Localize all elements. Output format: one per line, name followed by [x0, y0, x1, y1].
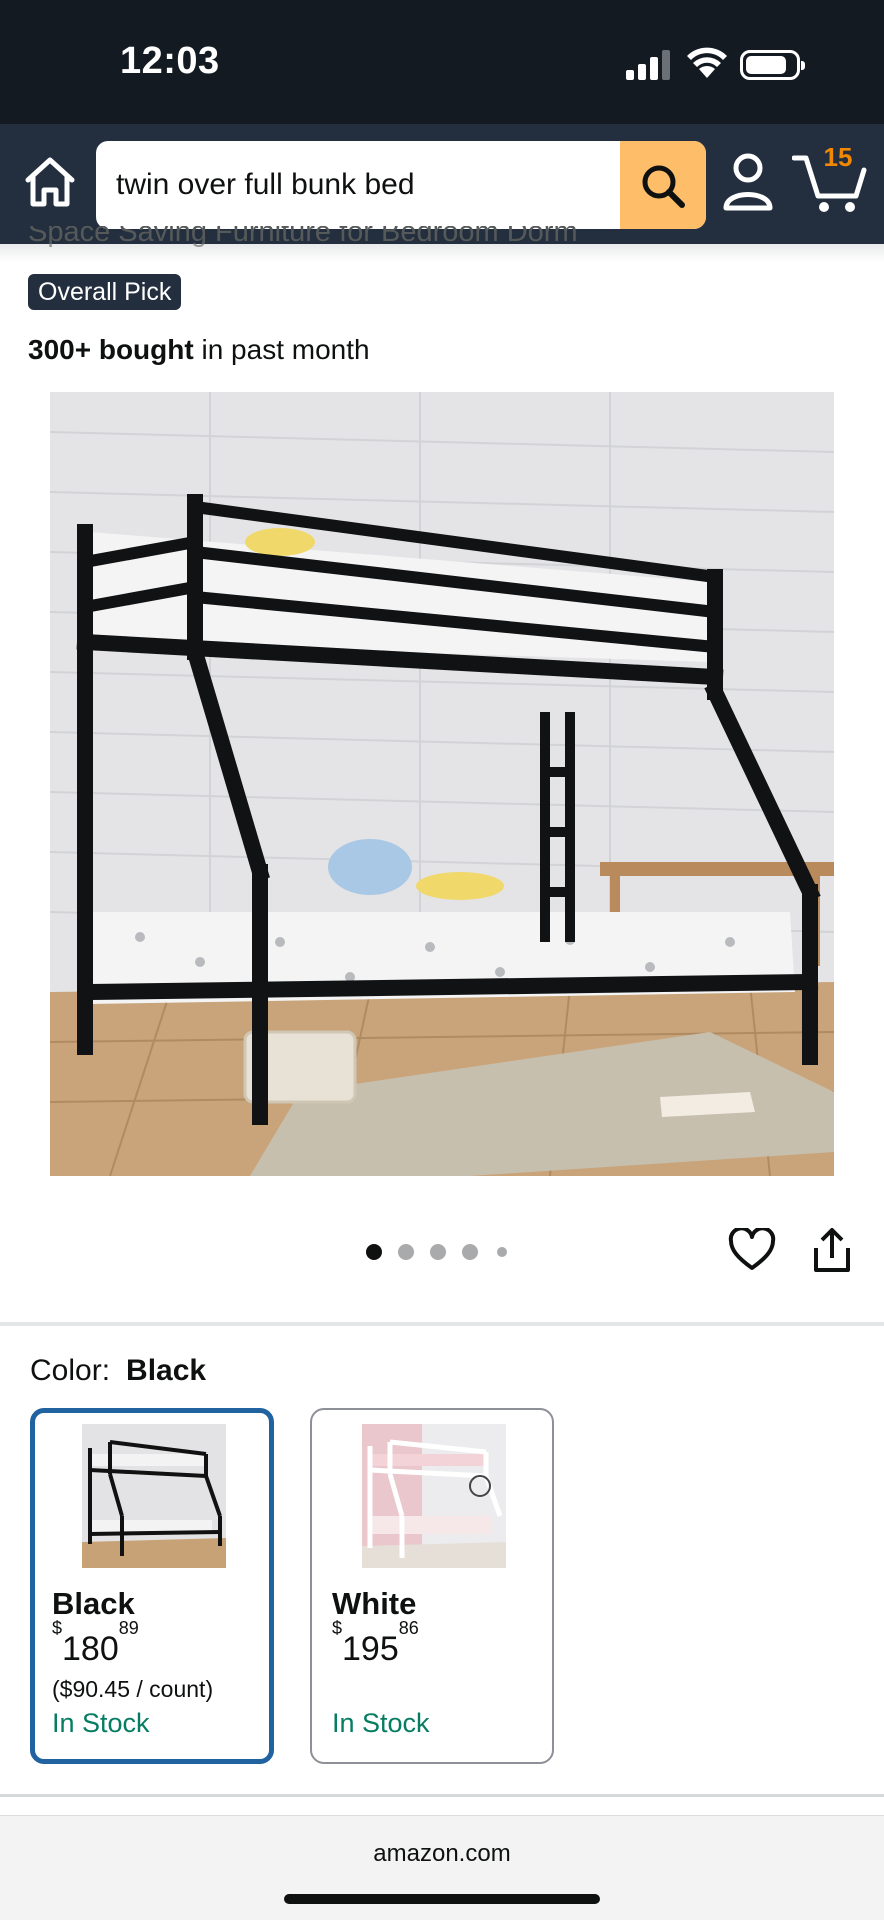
product-image[interactable] [50, 392, 834, 1176]
status-time: 12:03 [120, 40, 220, 82]
overall-pick-badge: Overall Pick [28, 274, 182, 310]
color-option-thumbnail [362, 1424, 506, 1568]
search-button[interactable] [620, 141, 706, 229]
carousel-dot[interactable] [366, 1244, 382, 1260]
color-option-name: White [332, 1586, 417, 1621]
color-option-price: $18089 [52, 1617, 139, 1668]
home-icon[interactable] [22, 154, 78, 210]
carousel-dot[interactable] [398, 1244, 414, 1260]
header-shadow [0, 244, 884, 262]
stock-status: In Stock [332, 1708, 430, 1738]
search-icon [642, 165, 685, 208]
unit-price: ($90.45 / count) [52, 1676, 214, 1702]
account-icon[interactable] [722, 150, 774, 214]
stock-status: In Stock [52, 1708, 150, 1738]
color-option-thumbnail [82, 1424, 226, 1568]
search-input[interactable]: twin over full bunk bed [116, 141, 415, 229]
battery-icon [740, 50, 805, 80]
heart-icon[interactable] [728, 1228, 776, 1272]
carousel-dot[interactable] [462, 1244, 478, 1260]
browser-url-bar[interactable]: amazon.com [0, 1815, 884, 1920]
color-option-black[interactable]: Black $18089 ($90.45 / count) In Stock [30, 1408, 274, 1764]
share-icon[interactable] [810, 1226, 854, 1274]
carousel-dot[interactable] [497, 1247, 507, 1257]
image-carousel-dots[interactable] [366, 1242, 516, 1262]
status-bar: 12:03 [0, 0, 884, 124]
color-label: Color: Black [30, 1354, 207, 1387]
color-option-name: Black [52, 1586, 135, 1621]
selected-color: Black [126, 1354, 207, 1387]
home-indicator[interactable] [284, 1894, 600, 1904]
cart-button[interactable]: 15 [791, 142, 868, 214]
carousel-dot[interactable] [430, 1244, 446, 1260]
wifi-icon [687, 47, 727, 78]
signal-icon [626, 50, 670, 80]
color-option-white[interactable]: White $19586 In Stock [310, 1408, 554, 1764]
bunk-bed-photo [50, 392, 834, 1176]
url-text[interactable]: amazon.com [0, 1840, 884, 1868]
bought-count: 300+ bought in past month [28, 334, 370, 365]
section-divider [0, 1794, 884, 1797]
section-divider [0, 1322, 884, 1326]
cart-count: 15 [823, 142, 853, 172]
search-bar[interactable]: twin over full bunk bed [96, 141, 706, 229]
color-option-price: $19586 [332, 1617, 419, 1668]
